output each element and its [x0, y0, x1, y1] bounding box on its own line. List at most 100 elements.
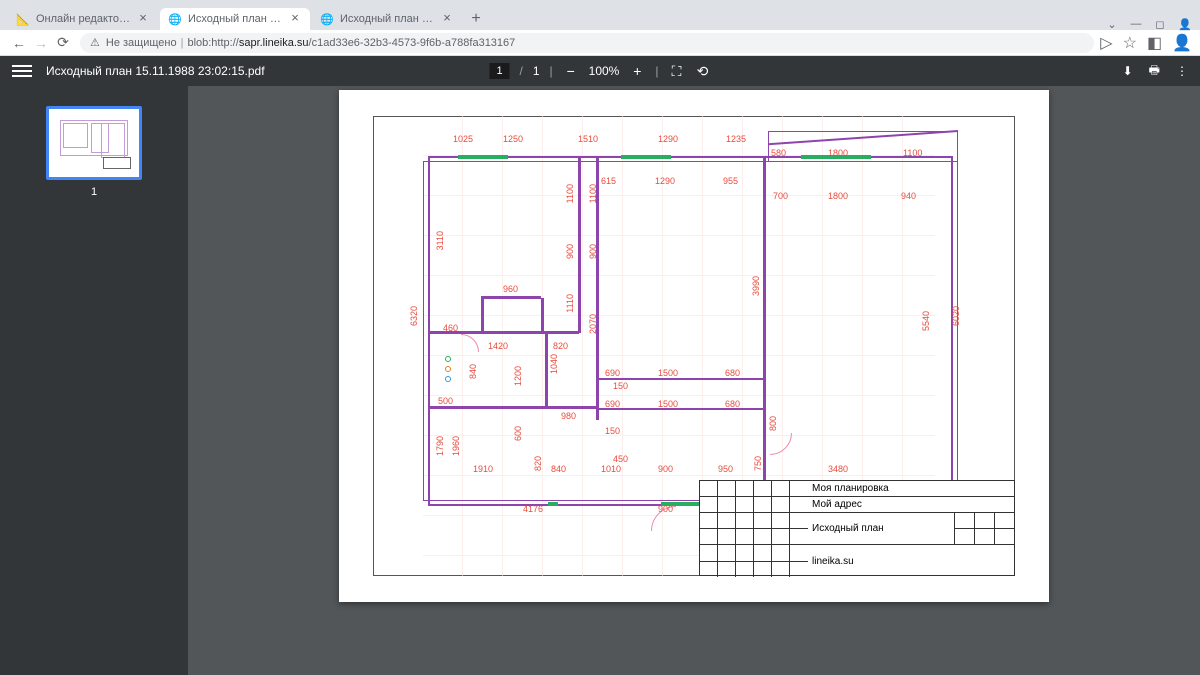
- minimize-icon[interactable]: —: [1130, 18, 1142, 30]
- back-button[interactable]: ←: [8, 32, 30, 54]
- tab-title: Исходный план 15.11.1988 2...: [188, 13, 284, 25]
- tab-2[interactable]: 🌐 Исходный план 15.11.1988 ... ×: [312, 8, 462, 30]
- dim: 1910: [473, 464, 493, 474]
- tb-site: lineika.su: [808, 545, 1014, 577]
- pdf-viewer: 1: [0, 86, 1200, 675]
- floor-plan: 1025 1250 1510 1290 1235 580 1800 1100 6…: [373, 116, 1015, 576]
- url-prefix: blob:http://: [187, 37, 238, 49]
- page-thumbnail[interactable]: [46, 106, 142, 180]
- dim: 690: [605, 368, 620, 378]
- tab-title: Онлайн редактор планиро...: [36, 13, 132, 25]
- maximize-icon[interactable]: ◻: [1154, 18, 1166, 30]
- dim: 600: [513, 426, 523, 441]
- sidepanel-icon[interactable]: ◧: [1147, 33, 1162, 53]
- tab-1[interactable]: 🌐 Исходный план 15.11.1988 2... ×: [160, 8, 310, 30]
- page-separator: /: [520, 64, 523, 78]
- globe-icon: 🌐: [168, 12, 182, 26]
- star-icon[interactable]: ☆: [1123, 33, 1137, 53]
- dim: 150: [605, 426, 620, 436]
- dim: 940: [901, 191, 916, 201]
- tab-title: Исходный план 15.11.1988 ...: [340, 13, 436, 25]
- dim: 1790: [435, 436, 445, 456]
- dim: 1500: [658, 399, 678, 409]
- zoom-out-button[interactable]: −: [563, 63, 579, 79]
- url-host: sapr.lineika.su: [239, 37, 309, 49]
- dim: 1235: [726, 134, 746, 144]
- dim: 1420: [488, 341, 508, 351]
- dim: 950: [718, 464, 733, 474]
- url-field[interactable]: ⚠ Не защищено | blob:http:// sapr.lineik…: [80, 33, 1094, 53]
- dim: 3990: [751, 276, 761, 296]
- dim: 690: [605, 399, 620, 409]
- rotate-button[interactable]: ⟲: [694, 63, 710, 80]
- dim: 1510: [578, 134, 598, 144]
- send-icon[interactable]: ▷: [1100, 33, 1112, 53]
- dim: 1025: [453, 134, 473, 144]
- more-button[interactable]: ⋮: [1176, 64, 1188, 78]
- globe-icon: 🌐: [320, 12, 334, 26]
- reload-button[interactable]: ⟳: [52, 32, 74, 54]
- close-icon[interactable]: ×: [288, 12, 302, 26]
- dim: 680: [725, 399, 740, 409]
- dim: 500: [438, 396, 453, 406]
- dim: 460: [443, 323, 458, 333]
- pdf-toolbar: Исходный план 15.11.1988 23:02:15.pdf / …: [0, 56, 1200, 86]
- print-button[interactable]: 🖶: [1149, 61, 1160, 82]
- page-area[interactable]: 1025 1250 1510 1290 1235 580 1800 1100 6…: [188, 86, 1200, 675]
- tb-plan: Исходный план: [808, 513, 954, 544]
- dim: 840: [551, 464, 566, 474]
- dim: 840: [468, 364, 478, 379]
- dim: 6020: [951, 306, 961, 326]
- dim: 900: [588, 244, 598, 259]
- dim: 2070: [588, 314, 598, 334]
- dim: 820: [533, 456, 543, 471]
- dim: 955: [723, 176, 738, 186]
- zoom-level: 100%: [589, 64, 620, 78]
- dim: 615: [601, 176, 616, 186]
- dim: 1500: [658, 368, 678, 378]
- pdf-page: 1025 1250 1510 1290 1235 580 1800 1100 6…: [339, 90, 1049, 602]
- warning-icon: ⚠: [90, 36, 100, 49]
- dim: 1110: [565, 294, 575, 313]
- tab-strip: 📐 Онлайн редактор планиро... × 🌐 Исходны…: [0, 6, 1200, 30]
- dim: 1290: [658, 134, 678, 144]
- dim: 1800: [828, 191, 848, 201]
- page-total: 1: [533, 64, 540, 78]
- title-block: Моя планировка Мой адрес Исходный план: [699, 480, 1015, 576]
- forward-button[interactable]: →: [30, 32, 52, 54]
- favicon-icon: 📐: [16, 12, 30, 26]
- close-icon[interactable]: ×: [440, 12, 454, 26]
- dim: 3480: [828, 464, 848, 474]
- dim: 750: [753, 456, 763, 471]
- profile-icon[interactable]: 👤: [1178, 18, 1190, 30]
- dim: 1800: [828, 148, 848, 158]
- close-icon[interactable]: ×: [136, 12, 150, 26]
- thumbnail-sidebar: 1: [0, 86, 188, 675]
- zoom-in-button[interactable]: +: [629, 63, 645, 79]
- dim: 1290: [655, 176, 675, 186]
- profile-icon[interactable]: 👤: [1172, 33, 1192, 53]
- dim: 700: [773, 191, 788, 201]
- dim: 900: [658, 464, 673, 474]
- dim: 1200: [513, 366, 523, 386]
- dim: 820: [553, 341, 568, 351]
- page-input[interactable]: [490, 63, 510, 79]
- url-path: /c1ad33e6-32b3-4573-9f6b-a788fa313167: [309, 37, 516, 49]
- fit-page-button[interactable]: ⛶: [668, 63, 684, 80]
- chevron-down-icon[interactable]: ⌄: [1106, 18, 1118, 30]
- tb-title: Моя планировка: [808, 481, 1014, 496]
- download-button[interactable]: ⬇: [1123, 64, 1133, 78]
- dim: 4176: [523, 504, 543, 514]
- dim: 800: [768, 416, 778, 431]
- dim: 1960: [451, 436, 461, 456]
- dim: 1040: [549, 354, 559, 374]
- new-tab-button[interactable]: +: [464, 8, 488, 30]
- menu-button[interactable]: [12, 62, 32, 80]
- dim: 3110: [435, 231, 445, 250]
- dim: 1010: [601, 464, 621, 474]
- dim: 900: [565, 244, 575, 259]
- tab-0[interactable]: 📐 Онлайн редактор планиро... ×: [8, 8, 158, 30]
- dim: 6320: [409, 306, 419, 326]
- tb-address: Мой адрес: [808, 497, 1014, 512]
- dim: 580: [771, 148, 786, 158]
